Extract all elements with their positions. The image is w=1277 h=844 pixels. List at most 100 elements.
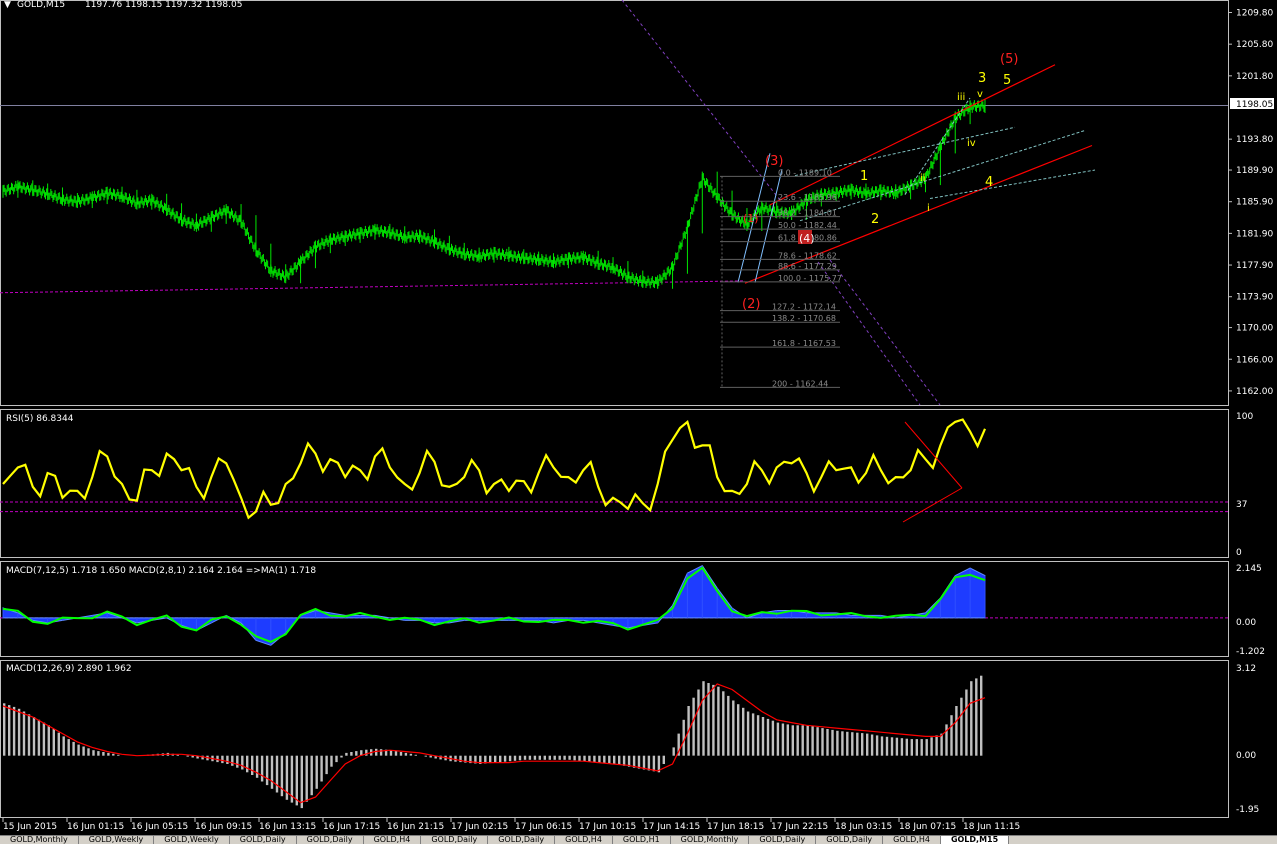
histogram-bar: [533, 755, 537, 760]
histogram-bar: [340, 755, 343, 758]
histogram-bar: [518, 755, 522, 761]
histogram-bar: [975, 678, 978, 756]
histogram-bar: [82, 746, 85, 756]
histogram-bar: [251, 755, 254, 775]
macd2-pane[interactable]: [0, 660, 1229, 818]
rsi-label: RSI(5) 86.8344: [6, 414, 74, 424]
histogram-bar: [107, 752, 110, 756]
histogram-bar: [717, 686, 720, 756]
histogram-bar: [598, 755, 601, 763]
histogram-bar: [821, 728, 824, 756]
histogram-bar: [806, 725, 809, 756]
time-tick-label: 17 Jun 18:15: [707, 822, 764, 832]
histogram-bar: [622, 755, 626, 766]
histogram-bar: [836, 730, 839, 756]
price-tick-label: 1166.00: [1236, 355, 1273, 365]
price-tick-label: 1177.90: [1236, 261, 1273, 271]
histogram-bar: [722, 691, 725, 756]
histogram-bar: [117, 754, 120, 756]
histogram-bar: [781, 723, 785, 756]
histogram-bar: [176, 754, 179, 756]
macd2-axis-zero: 0.00: [1236, 751, 1256, 761]
histogram-bar: [588, 755, 591, 762]
macd1-area: [2, 564, 986, 646]
price-tick-label: 1201.80: [1236, 72, 1273, 82]
price-tick-label: 1193.80: [1236, 135, 1273, 145]
histogram-bar: [280, 755, 284, 797]
histogram-bar: [796, 725, 799, 756]
price-axis: 1209.80 1205.80 1201.80 1193.80 1189.90 1185.…: [1228, 9, 1273, 397]
rsi-axis-100: 100: [1236, 412, 1253, 422]
time-tick-label: 15 Jun 2015: [3, 822, 57, 832]
histogram-bar: [826, 729, 829, 756]
wave-label-i: i: [927, 203, 930, 214]
price-tick-label: 1170.00: [1236, 324, 1273, 334]
time-tick-label: 16 Jun 05:15: [131, 822, 188, 832]
histogram-bar: [856, 732, 859, 756]
wave-label-2-red: (2): [742, 297, 760, 312]
histogram-bar: [955, 706, 958, 756]
histogram-bar: [697, 689, 700, 756]
histogram-bar: [236, 755, 239, 768]
main-pane[interactable]: [0, 0, 1229, 406]
histogram-bar: [583, 755, 586, 762]
histogram-bar: [275, 755, 279, 793]
fib-level-label: 38.2 - 1184.01: [778, 209, 837, 218]
histogram-bar: [732, 700, 735, 756]
histogram-bar: [295, 755, 298, 806]
chart-title: GOLD,M15: [17, 0, 65, 10]
histogram-bar: [603, 755, 606, 764]
histogram-bar: [682, 719, 685, 756]
time-tick-label: 16 Jun 21:15: [387, 822, 444, 832]
rsi-pane[interactable]: [0, 409, 1229, 558]
histogram-bar: [613, 755, 616, 764]
histogram-bar: [970, 681, 973, 756]
histogram-bar: [900, 738, 904, 756]
histogram-bar: [885, 736, 889, 756]
histogram-bar: [8, 705, 11, 756]
histogram-bar: [771, 720, 775, 756]
histogram-bar: [102, 752, 105, 756]
fib-level-label: 100.0 - 1175.77: [778, 274, 842, 283]
histogram-bar: [925, 739, 928, 756]
histogram-bar: [737, 704, 740, 756]
wave-label-5: 5: [1003, 73, 1011, 88]
histogram-bar: [960, 697, 963, 756]
histogram-bar: [379, 749, 383, 756]
histogram-bar: [345, 752, 348, 756]
price-tick-label: 1189.90: [1236, 166, 1273, 176]
histogram-bar: [350, 752, 353, 756]
histogram-bar: [494, 755, 497, 763]
histogram-bar: [945, 724, 948, 756]
wave-label-4: 4: [985, 175, 993, 190]
fib-level-label: 88.6 - 1177.29: [778, 262, 837, 271]
wave-label-v: v: [977, 89, 983, 100]
time-tick-label: 17 Jun 14:15: [643, 822, 700, 832]
histogram-bar: [62, 736, 65, 756]
histogram-bar: [642, 755, 646, 770]
macd2-label: MACD(12,26,9) 2.890 1.962: [6, 664, 132, 674]
fibonacci-retracement[interactable]: 0.0 - 1189.10 23.6 - 1185.96 38.2 - 1184.0…: [720, 168, 842, 388]
histogram-bar: [746, 711, 750, 756]
histogram-bar: [27, 714, 31, 756]
wave-label-4-red: (4): [799, 232, 815, 245]
histogram-bar: [47, 725, 50, 756]
histogram-bar: [816, 727, 819, 756]
chart-ohlc: 1197.76 1198.15 1197.32 1198.05: [85, 0, 242, 10]
price-tick-label: 1205.80: [1236, 40, 1273, 50]
histogram-bar: [791, 725, 794, 756]
trading-chart[interactable]: ▼ GOLD,M15 1197.76 1198.15 1197.32 1198.…: [0, 0, 1277, 843]
wave-label-iv: iv: [967, 138, 976, 149]
rsi-divergence-lower: [902, 487, 963, 523]
histogram-bar: [543, 755, 546, 760]
histogram-bar: [647, 755, 651, 771]
histogram-bar: [672, 747, 675, 756]
histogram-bar: [841, 731, 844, 756]
histogram-bar: [52, 729, 55, 756]
histogram-bar: [17, 708, 21, 756]
histogram-bar: [305, 755, 308, 802]
histogram-bar: [112, 753, 115, 756]
price-tick-label: 1173.90: [1236, 293, 1273, 303]
rsi-axis-37: 37: [1236, 500, 1247, 510]
histogram-bar: [756, 715, 760, 756]
